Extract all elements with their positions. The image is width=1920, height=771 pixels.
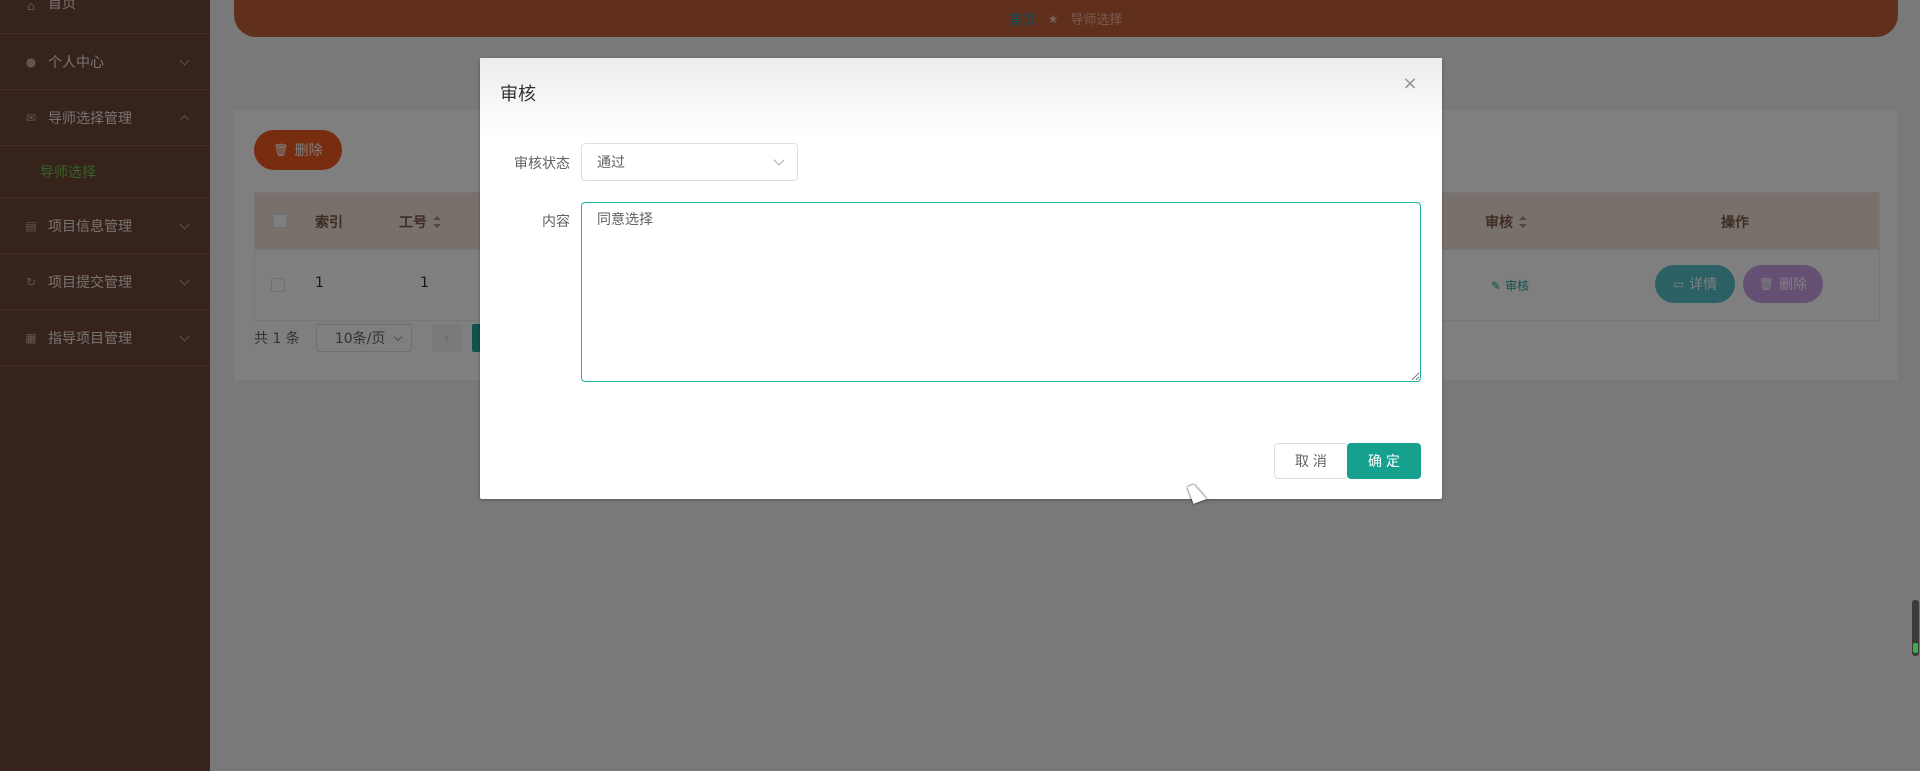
dialog-title: 审核 xyxy=(500,84,536,105)
chevron-down-icon xyxy=(773,154,785,166)
status-label: 审核状态 xyxy=(514,156,570,172)
status-select[interactable]: 通过 xyxy=(581,143,798,181)
scrollbar-thumb[interactable] xyxy=(1911,599,1920,657)
cancel-button[interactable]: 取 消 xyxy=(1274,443,1348,479)
review-dialog: 审核 × 审核状态 通过 内容 同意选择 取 消 确 定 xyxy=(480,58,1442,499)
content-textarea[interactable]: 同意选择 xyxy=(581,202,1421,382)
content-label: 内容 xyxy=(542,214,570,230)
close-icon[interactable]: × xyxy=(1402,75,1418,93)
confirm-button[interactable]: 确 定 xyxy=(1347,443,1421,479)
status-select-value: 通过 xyxy=(597,155,625,171)
dialog-header: 审核 × xyxy=(480,58,1442,136)
